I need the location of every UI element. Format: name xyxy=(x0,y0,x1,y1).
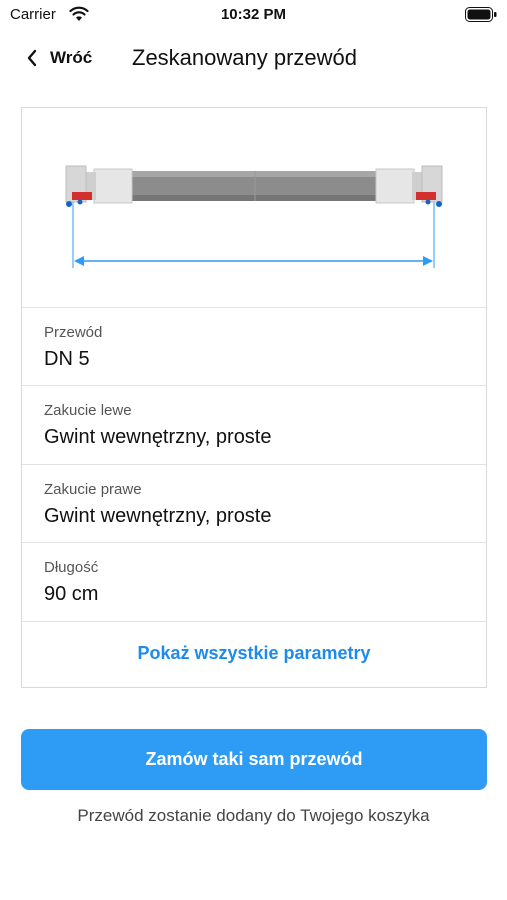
detail-label: Długość xyxy=(44,559,99,576)
nav-bar: Wróć Zeskanowany przewód xyxy=(0,40,507,76)
detail-label: Zakucie prawe xyxy=(44,481,142,498)
order-same-hose-button[interactable]: Zamów taki sam przewód xyxy=(21,729,487,790)
show-all-parameters-link[interactable]: Pokaż wszystkie parametry xyxy=(22,643,486,664)
detail-value: Gwint wewnętrzny, proste xyxy=(44,505,272,527)
detail-row-length: Długość 90 cm xyxy=(22,543,486,621)
back-button[interactable]: Wróć xyxy=(26,44,92,72)
detail-value: DN 5 xyxy=(44,348,90,370)
detail-label: Przewód xyxy=(44,324,103,341)
hose-details-card: Przewód DN 5 Zakucie lewe Gwint wewnętrz… xyxy=(21,107,487,688)
detail-row-hose: Przewód DN 5 xyxy=(22,308,486,385)
clock: 10:32 PM xyxy=(220,6,287,23)
cart-info-text: Przewód zostanie dodany do Twojego koszy… xyxy=(77,806,430,825)
status-bar: Carrier 10:32 PM xyxy=(0,0,507,30)
chevron-left-icon xyxy=(27,49,37,67)
detail-row-right-fitting: Zakucie prawe Gwint wewnętrzny, proste xyxy=(22,465,486,543)
detail-row-left-fitting: Zakucie lewe Gwint wewnętrzny, proste xyxy=(22,386,486,464)
page-title: Zeskanowany przewód xyxy=(132,45,358,70)
detail-label: Zakucie lewe xyxy=(44,402,132,419)
hose-illustration xyxy=(65,165,443,268)
detail-value: Gwint wewnętrzny, proste xyxy=(44,426,272,448)
back-label: Wróć xyxy=(50,48,93,67)
battery-icon xyxy=(465,7,497,22)
divider xyxy=(22,621,486,622)
detail-value: 90 cm xyxy=(44,583,99,605)
